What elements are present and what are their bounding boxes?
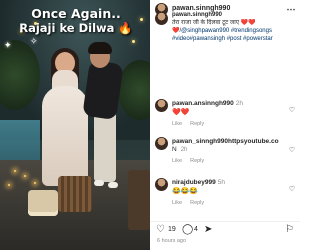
overlay-line-2-text: Rajaji ke Dilwa <box>19 21 115 35</box>
comment-username-text[interactable]: nirajdubey999 <box>172 179 216 186</box>
comment-avatar[interactable] <box>155 99 168 112</box>
bookmark-icon[interactable]: ⚐ <box>285 225 294 235</box>
comments-count[interactable]: 4 <box>194 226 198 233</box>
overlay-line-1: Once Again.. <box>31 6 121 21</box>
comment-actions: Like Reply <box>172 158 212 164</box>
post-media[interactable]: ✦ ✧ Once Again.. Rajaji ke Dilwa 🔥 <box>0 0 150 250</box>
fire-icon: 🔥 <box>118 21 133 35</box>
heart-outline-icon[interactable]: ♡ <box>289 185 295 193</box>
comment-like-link[interactable]: Like <box>172 200 182 206</box>
comment-time: 5h <box>217 179 225 186</box>
post-caption: pawan.sinngh990 तेरा राजा जी के दिलवा टू… <box>172 11 298 43</box>
caption-avatar[interactable] <box>155 12 168 25</box>
comment-reply-link[interactable]: Reply <box>190 200 204 206</box>
man-legs <box>94 112 116 182</box>
heart-icon[interactable]: ♡ <box>156 225 165 235</box>
shoe <box>108 182 118 188</box>
comment-username[interactable]: pawan.ansinngh990 2h <box>172 100 243 107</box>
post-panel: pawan.sinngh990 ⋯ pawan.sinngh990 तेरा र… <box>150 0 300 250</box>
caption-line-3[interactable]: #video#pawansingh #post #powerstar <box>172 35 298 43</box>
comment-text: N 2h <box>172 146 187 153</box>
post-action-bar: ♡ 19 ◯ 4 ➤ ⚐ <box>150 223 300 239</box>
woman-dress <box>42 86 88 186</box>
comment-username[interactable]: nirajdubey999 5h <box>172 179 225 186</box>
man-hair <box>88 42 112 54</box>
sparkle-icon: ✧ <box>30 36 38 46</box>
comment-reply-link[interactable]: Reply <box>190 121 204 127</box>
comment-item: pawan.ansinngh990 2h ❤️❤️ ♡ Like Reply <box>150 96 300 130</box>
comment-text-value: N <box>172 146 177 153</box>
comment-text: ❤️❤️ <box>172 109 190 116</box>
share-icon[interactable]: ➤ <box>204 225 212 235</box>
comment-time: 2h <box>180 147 188 153</box>
comment-icon[interactable]: ◯ <box>182 225 193 235</box>
caption-line-1: तेरा राजा जी के दिलवा टूट जाए ❤️❤️ <box>172 20 256 26</box>
comment-like-link[interactable]: Like <box>172 121 182 127</box>
overlay-line-2: Rajaji ke Dilwa 🔥 <box>16 21 136 36</box>
likes-count[interactable]: 19 <box>168 226 176 233</box>
comment-actions: Like Reply <box>172 200 212 206</box>
caption-line-2[interactable]: ❤️/@singhpawan990 #trendingsongs <box>172 27 298 35</box>
comment-avatar[interactable] <box>155 137 168 150</box>
footer-divider <box>150 221 300 222</box>
comment-item: pawan_sinngh990httpsyoutube.co N 2h ♡ Lik… <box>150 134 300 170</box>
shoe <box>94 180 104 186</box>
comment-reply-link[interactable]: Reply <box>190 158 204 164</box>
sparkle-icon: ✦ <box>4 40 12 50</box>
wicker-table <box>58 176 92 212</box>
comment-text: 😂😂😂 <box>172 188 199 195</box>
comment-item: nirajdubey999 5h 😂😂😂 ♡ Like Reply <box>150 175 300 215</box>
video-overlay-title: Once Again.. Rajaji ke Dilwa 🔥 <box>16 6 136 36</box>
comment-time: 2h <box>235 100 244 107</box>
posted-time: 6 hours ago <box>157 238 187 244</box>
heart-outline-icon[interactable]: ♡ <box>289 106 295 114</box>
chair <box>128 170 150 230</box>
comment-username[interactable]: pawan_sinngh990httpsyoutube.co <box>172 138 279 145</box>
cake <box>28 190 58 216</box>
comment-like-link[interactable]: Like <box>172 158 182 164</box>
comment-avatar[interactable] <box>155 178 168 191</box>
caption-username[interactable]: pawan.sinngh990 <box>172 11 298 19</box>
heart-outline-icon[interactable]: ♡ <box>289 146 295 154</box>
comment-username-text[interactable]: pawan.ansinngh990 <box>172 100 234 107</box>
comment-actions: Like Reply <box>172 121 212 127</box>
